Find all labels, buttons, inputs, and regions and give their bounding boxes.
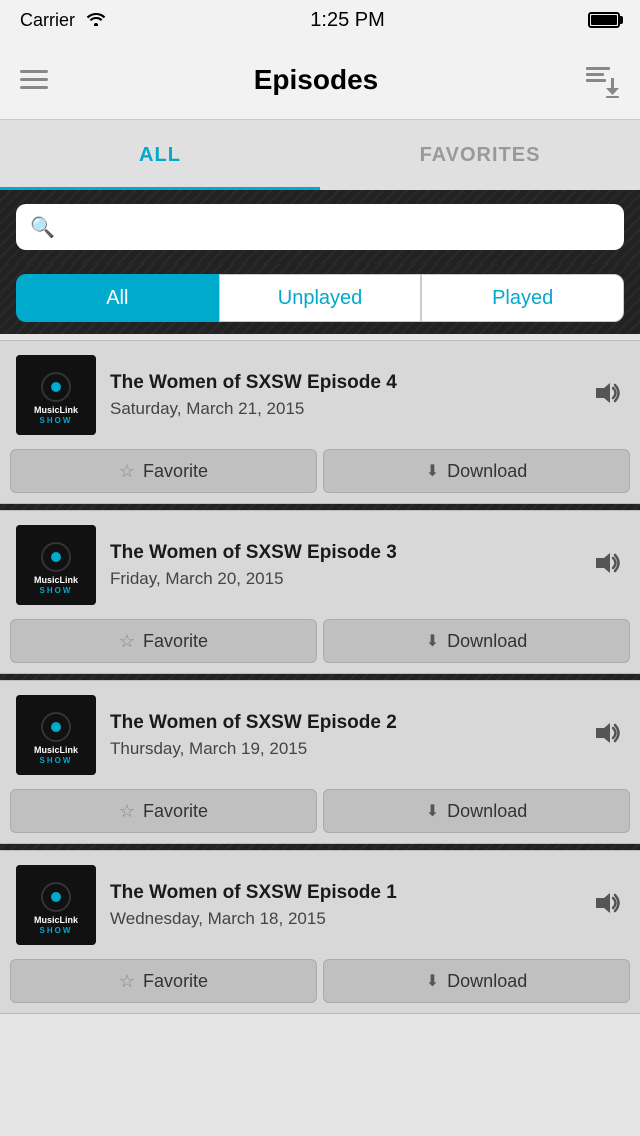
download-button-4[interactable]: ⬇ Download <box>323 959 630 1003</box>
favorite-button-1[interactable]: ☆ Favorite <box>10 449 317 493</box>
episode-date-2: Friday, March 20, 2015 <box>110 569 576 589</box>
episode-actions-4: ☆ Favorite ⬇ Download <box>0 959 640 1013</box>
battery-icon <box>588 12 620 28</box>
page-title: Episodes <box>254 64 378 96</box>
episode-title-4: The Women of SXSW Episode 1 <box>110 881 576 906</box>
episode-text-4: The Women of SXSW Episode 1 Wednesday, M… <box>110 881 576 930</box>
episode-title-1: The Women of SXSW Episode 4 <box>110 371 576 396</box>
search-icon: 🔍 <box>30 215 55 240</box>
episode-info-4: MusicLink SHOW The Women of SXSW Episode… <box>0 851 640 959</box>
volume-icon-1[interactable] <box>590 376 624 415</box>
filter-unplayed-button[interactable]: Unplayed <box>219 274 422 322</box>
tab-all[interactable]: ALL <box>0 120 320 190</box>
svg-text:SHOW: SHOW <box>40 926 73 935</box>
episode-text-2: The Women of SXSW Episode 3 Friday, Marc… <box>110 541 576 590</box>
episode-date-1: Saturday, March 21, 2015 <box>110 399 576 419</box>
episode-thumbnail-3[interactable]: MusicLink SHOW <box>16 695 96 775</box>
download-icon-3: ⬇ <box>426 801 439 821</box>
nav-header: Episodes <box>0 40 640 120</box>
svg-text:MusicLink: MusicLink <box>34 745 79 755</box>
volume-icon-2[interactable] <box>590 546 624 585</box>
star-icon-4: ☆ <box>119 971 135 992</box>
episode-info-1: MusicLink SHOW The Women of SXSW Episode… <box>0 341 640 449</box>
star-icon-2: ☆ <box>119 631 135 652</box>
tab-bar: ALL FAVORITES <box>0 120 640 190</box>
table-row: MusicLink SHOW The Women of SXSW Episode… <box>0 680 640 844</box>
download-button-3[interactable]: ⬇ Download <box>323 789 630 833</box>
table-row: MusicLink SHOW The Women of SXSW Episode… <box>0 340 640 504</box>
episode-text-3: The Women of SXSW Episode 2 Thursday, Ma… <box>110 711 576 760</box>
episode-info-2: MusicLink SHOW The Women of SXSW Episode… <box>0 511 640 619</box>
volume-icon-3[interactable] <box>590 716 624 755</box>
search-input[interactable] <box>63 217 610 238</box>
status-time: 1:25 PM <box>310 9 384 32</box>
favorite-button-2[interactable]: ☆ Favorite <box>10 619 317 663</box>
episode-thumbnail-2[interactable]: MusicLink SHOW <box>16 525 96 605</box>
download-button-2[interactable]: ⬇ Download <box>323 619 630 663</box>
status-right <box>588 12 620 28</box>
table-row: MusicLink SHOW The Women of SXSW Episode… <box>0 510 640 674</box>
search-wrapper: 🔍 <box>16 204 624 250</box>
episode-date-4: Wednesday, March 18, 2015 <box>110 909 576 929</box>
menu-button[interactable] <box>20 70 48 89</box>
episode-actions-2: ☆ Favorite ⬇ Download <box>0 619 640 673</box>
download-all-button[interactable] <box>584 62 620 98</box>
favorite-button-4[interactable]: ☆ Favorite <box>10 959 317 1003</box>
episode-title-3: The Women of SXSW Episode 2 <box>110 711 576 736</box>
svg-text:SHOW: SHOW <box>40 756 73 765</box>
svg-text:MusicLink: MusicLink <box>34 915 79 925</box>
wifi-icon <box>85 10 107 31</box>
episode-thumbnail-1[interactable]: MusicLink SHOW <box>16 355 96 435</box>
search-container: 🔍 <box>0 190 640 264</box>
episode-title-2: The Women of SXSW Episode 3 <box>110 541 576 566</box>
episode-thumbnail-4[interactable]: MusicLink SHOW <box>16 865 96 945</box>
filter-bar: All Unplayed Played <box>0 264 640 334</box>
download-icon-4: ⬇ <box>426 971 439 991</box>
svg-text:MusicLink: MusicLink <box>34 405 79 415</box>
download-button-1[interactable]: ⬇ Download <box>323 449 630 493</box>
status-bar: Carrier 1:25 PM <box>0 0 640 40</box>
download-icon-2: ⬇ <box>426 631 439 651</box>
svg-text:MusicLink: MusicLink <box>34 575 79 585</box>
star-icon-1: ☆ <box>119 461 135 482</box>
svg-text:SHOW: SHOW <box>40 416 73 425</box>
carrier-label: Carrier <box>20 10 75 31</box>
episode-date-3: Thursday, March 19, 2015 <box>110 739 576 759</box>
download-icon-1: ⬇ <box>426 461 439 481</box>
filter-all-button[interactable]: All <box>16 274 219 322</box>
status-left: Carrier <box>20 10 107 31</box>
episode-actions-1: ☆ Favorite ⬇ Download <box>0 449 640 503</box>
star-icon-3: ☆ <box>119 801 135 822</box>
table-row: MusicLink SHOW The Women of SXSW Episode… <box>0 850 640 1014</box>
volume-icon-4[interactable] <box>590 886 624 925</box>
svg-text:SHOW: SHOW <box>40 586 73 595</box>
episode-actions-3: ☆ Favorite ⬇ Download <box>0 789 640 843</box>
episode-info-3: MusicLink SHOW The Women of SXSW Episode… <box>0 681 640 789</box>
tab-favorites[interactable]: FAVORITES <box>320 120 640 190</box>
favorite-button-3[interactable]: ☆ Favorite <box>10 789 317 833</box>
episode-list: MusicLink SHOW The Women of SXSW Episode… <box>0 340 640 1014</box>
episode-text-1: The Women of SXSW Episode 4 Saturday, Ma… <box>110 371 576 420</box>
filter-played-button[interactable]: Played <box>421 274 624 322</box>
